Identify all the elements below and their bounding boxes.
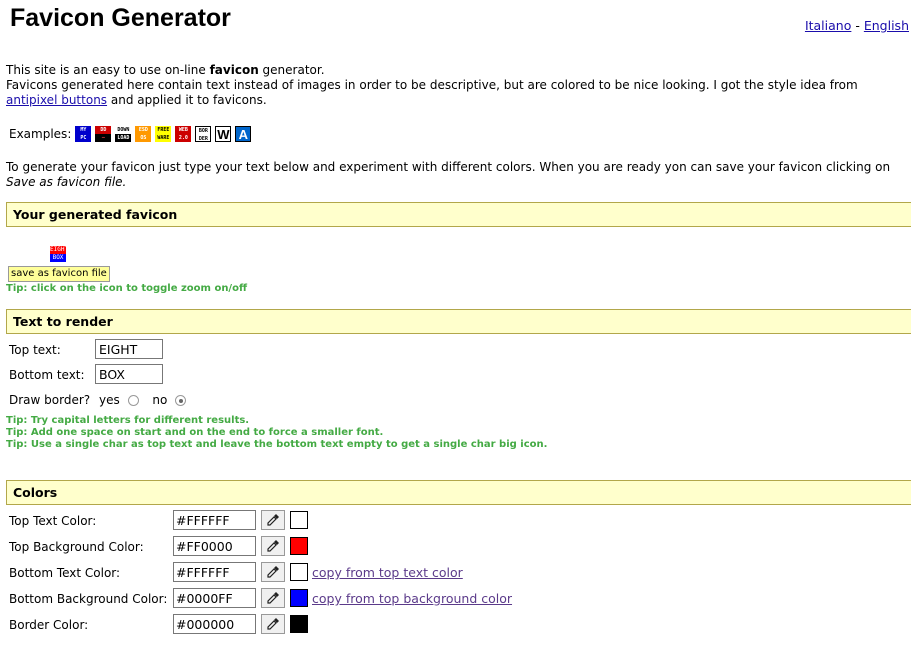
eyedropper-icon <box>267 566 279 578</box>
example-favicon-icon: DOWN LOAD <box>115 126 132 142</box>
lang-italiano-link[interactable]: Italiano <box>805 18 851 33</box>
section-colors: Colors <box>6 480 911 505</box>
favicon-preview-bottom: BOX <box>50 254 66 262</box>
example-favicon-icon: DD — <box>95 126 112 142</box>
copy-color-link[interactable]: copy from top text color <box>312 565 463 580</box>
color-hex-input[interactable] <box>173 562 256 582</box>
color-label: Top Text Color: <box>9 514 97 528</box>
save-favicon-button[interactable]: save as favicon file <box>8 266 110 282</box>
favicon-preview[interactable]: EIGHT BOX <box>50 246 69 262</box>
example-favicon-icon: ESD OS <box>135 126 152 142</box>
generate-line-1: To generate your favicon just type your … <box>6 160 891 174</box>
eyedropper-icon <box>267 592 279 604</box>
draw-border-row: Draw border? yes no <box>9 393 187 407</box>
generate-line-2-italic: Save as favicon file. <box>6 175 127 189</box>
example-icon-top-text: MY <box>75 126 92 134</box>
color-swatch <box>290 563 308 581</box>
page-title: Favicon Generator <box>10 4 231 32</box>
example-favicon-icon: BOR DER <box>195 126 212 142</box>
example-icon-top-text: DOWN <box>115 126 132 134</box>
example-favicon-icon: FREE WARE <box>155 126 172 142</box>
lang-separator: - <box>855 18 860 33</box>
copy-color-link[interactable]: copy from top background color <box>312 591 512 606</box>
color-label: Bottom Background Color: <box>9 592 168 606</box>
example-icon-bottom-text: LOAD <box>115 134 132 142</box>
border-yes-label: yes <box>98 393 120 407</box>
antipixel-link[interactable]: antipixel buttons <box>6 93 107 107</box>
intro-bold-favicon: favicon <box>209 63 259 77</box>
example-icon-bottom-text: DER <box>196 135 211 141</box>
generate-line-2: Save as favicon file. <box>6 175 906 190</box>
generate-instructions: To generate your favicon just type your … <box>6 160 906 190</box>
top-text-label: Top text: <box>9 343 61 357</box>
tip-capital: Tip: Try capital letters for different r… <box>6 415 250 426</box>
example-favicon-icon: WEB 2.0 <box>175 126 192 142</box>
intro-text: This site is an easy to use on-line favi… <box>6 63 906 108</box>
example-icon-top-text: ESD <box>135 126 152 134</box>
example-icon-top-text: WEB <box>175 126 192 134</box>
section-text-to-render: Text to render <box>6 309 911 334</box>
border-no-radio[interactable] <box>175 395 187 406</box>
tip-space: Tip: Add one space on start and on the e… <box>6 427 384 438</box>
zoom-tip: Tip: click on the icon to toggle zoom on… <box>6 283 248 294</box>
example-icon-bottom-text: 2.0 <box>175 134 192 142</box>
draw-border-label: Draw border? <box>9 393 91 407</box>
color-hex-input[interactable] <box>173 510 256 530</box>
color-label: Border Color: <box>9 618 89 632</box>
color-label: Bottom Text Color: <box>9 566 121 580</box>
intro-line-1: This site is an easy to use on-line favi… <box>6 63 906 78</box>
examples-icons: MY PC DD — DOWN LOAD ESD OS FREE WARE WEB 2.0 BOR DER… <box>75 126 255 142</box>
eyedropper-icon <box>267 618 279 630</box>
color-swatch <box>290 615 308 633</box>
intro-line-2: Favicons generated here contain text ins… <box>6 78 858 92</box>
color-swatch <box>290 589 308 607</box>
color-label: Top Background Color: <box>9 540 144 554</box>
example-favicon-icon: A <box>235 126 252 142</box>
color-picker-button[interactable] <box>261 588 285 608</box>
eyedropper-icon <box>267 514 279 526</box>
intro-line-1-pre: This site is an easy to use on-line <box>6 63 210 77</box>
color-swatch <box>290 537 308 555</box>
color-hex-input[interactable] <box>173 588 256 608</box>
example-icon-top-text: FREE <box>155 126 172 134</box>
color-picker-button[interactable] <box>261 562 285 582</box>
bottom-text-label: Bottom text: <box>9 368 85 382</box>
color-hex-input[interactable] <box>173 536 256 556</box>
color-picker-button[interactable] <box>261 614 285 634</box>
tip-single-char: Tip: Use a single char as top text and l… <box>6 439 548 450</box>
favicon-preview-top: EIGHT <box>50 246 69 254</box>
examples-label: Examples: <box>9 127 72 141</box>
language-switcher: Italiano - English <box>805 18 909 33</box>
intro-line-1-post: generator. <box>258 63 325 77</box>
color-picker-button[interactable] <box>261 536 285 556</box>
example-icon-bottom-text: OS <box>135 134 152 142</box>
top-text-input[interactable] <box>95 339 163 359</box>
example-favicon-icon: W <box>215 126 232 142</box>
example-favicon-icon: MY PC <box>75 126 92 142</box>
color-hex-input[interactable] <box>173 614 256 634</box>
color-picker-button[interactable] <box>261 510 285 530</box>
examples-row: Examples: MY PC DD — DOWN LOAD ESD OS FREE WARE WE… <box>9 125 255 143</box>
example-icon-top-text: BOR <box>196 127 211 135</box>
example-icon-bottom-text: WARE <box>155 134 172 142</box>
intro-line-3-post: and applied it to favicons. <box>107 93 267 107</box>
section-generated-favicon: Your generated favicon <box>6 202 911 227</box>
border-yes-radio[interactable] <box>127 395 139 406</box>
intro-line-3: antipixel buttons and applied it to favi… <box>6 93 906 108</box>
eyedropper-icon <box>267 540 279 552</box>
lang-english-link[interactable]: English <box>864 18 909 33</box>
example-icon-top-text: DD <box>95 126 112 134</box>
example-icon-bottom-text: PC <box>75 134 92 142</box>
color-swatch <box>290 511 308 529</box>
bottom-text-input[interactable] <box>95 364 163 384</box>
example-icon-bottom-text: — <box>95 134 112 142</box>
border-no-label: no <box>152 393 168 407</box>
